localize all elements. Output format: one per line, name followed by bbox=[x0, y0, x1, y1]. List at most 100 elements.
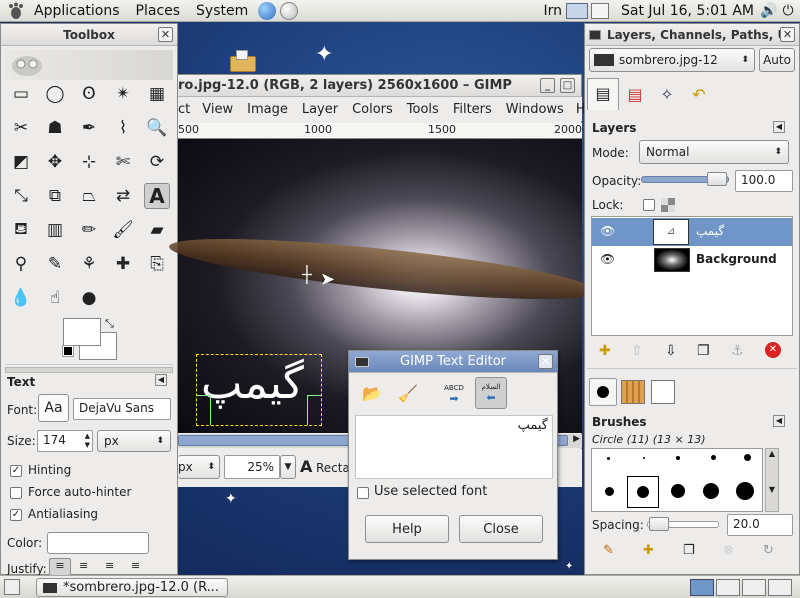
brush-item[interactable] bbox=[703, 483, 719, 499]
panel-menu-icon[interactable]: ◀ bbox=[773, 121, 785, 133]
size-spinbutton[interactable]: 174 ▲ ▼ bbox=[37, 430, 93, 452]
brush-item[interactable] bbox=[607, 457, 610, 460]
airbrush-icon[interactable]: ⚲ bbox=[8, 251, 34, 277]
menu-view[interactable]: View bbox=[195, 102, 240, 117]
foreground-select-icon[interactable]: ☗ bbox=[42, 115, 68, 141]
raise-layer-icon[interactable]: ⇧ bbox=[631, 343, 643, 359]
scroll-right-icon[interactable]: ▶ bbox=[573, 434, 580, 444]
heal-icon[interactable]: ✚ bbox=[110, 251, 136, 277]
tool-options-menu-icon[interactable]: ◀ bbox=[155, 374, 167, 386]
menu-edit[interactable]: ct bbox=[178, 102, 195, 117]
duplicate-brush-icon[interactable]: ❐ bbox=[683, 543, 695, 558]
menu-colors[interactable]: Colors bbox=[345, 102, 400, 117]
help-button[interactable]: Help bbox=[365, 515, 449, 543]
default-colors-icon[interactable] bbox=[62, 345, 74, 357]
zoom-field[interactable]: 25% bbox=[224, 455, 280, 479]
fuzzy-select-icon[interactable]: ✴ bbox=[110, 81, 136, 107]
swap-colors-icon[interactable]: ⤡ bbox=[105, 317, 114, 331]
gnome-foot-icon[interactable] bbox=[6, 2, 26, 20]
brush-item[interactable] bbox=[736, 482, 754, 500]
layer-name[interactable]: گیمپ bbox=[696, 224, 724, 238]
new-brush-icon[interactable]: ✚ bbox=[643, 543, 654, 558]
dodge-burn-icon[interactable]: ● bbox=[76, 285, 102, 311]
clone-icon[interactable]: ⚘ bbox=[76, 251, 102, 277]
tab-channels[interactable]: ▤ bbox=[621, 82, 649, 110]
mode-select[interactable]: Normal ⬍ bbox=[639, 140, 789, 164]
open-file-button[interactable]: 📂 bbox=[357, 379, 387, 407]
justify-center-button[interactable]: ≡ bbox=[105, 559, 114, 572]
web-browser-icon[interactable] bbox=[258, 1, 277, 20]
tab-brushes[interactable] bbox=[589, 378, 617, 406]
perspective-icon[interactable]: ⏢ bbox=[76, 183, 102, 209]
font-preview-button[interactable]: Aa bbox=[38, 394, 69, 422]
crop-icon[interactable]: ✄ bbox=[110, 149, 136, 175]
opacity-slider-handle[interactable] bbox=[707, 172, 727, 186]
show-desktop-icon[interactable] bbox=[4, 579, 20, 595]
workspace-2[interactable] bbox=[716, 579, 740, 596]
rtl-direction-button[interactable]: السلام ⬅ bbox=[475, 377, 507, 409]
spacing-slider-handle[interactable] bbox=[649, 517, 669, 531]
resize-handle[interactable] bbox=[307, 395, 321, 425]
brush-item[interactable] bbox=[744, 454, 751, 461]
antialiasing-checkbox[interactable]: ✓ bbox=[10, 509, 22, 521]
auto-button[interactable]: Auto bbox=[759, 48, 795, 72]
bucket-fill-icon[interactable]: ⛾ bbox=[8, 217, 34, 243]
menu-tools[interactable]: Tools bbox=[400, 102, 446, 117]
force-autohinter-checkbox[interactable] bbox=[10, 487, 22, 499]
rotate-icon[interactable]: ⟳ bbox=[144, 149, 170, 175]
close-icon[interactable]: ✕ bbox=[780, 27, 795, 42]
lock-alpha-icon[interactable] bbox=[661, 198, 675, 212]
opacity-field[interactable]: 100.0 bbox=[735, 170, 793, 192]
power-icon[interactable]: ⏻ bbox=[778, 3, 798, 19]
places-menu[interactable]: Places bbox=[128, 3, 189, 19]
menu-image[interactable]: Image bbox=[240, 102, 295, 117]
workspace-3[interactable] bbox=[742, 579, 766, 596]
rect-select-icon[interactable]: ▭ bbox=[8, 81, 34, 107]
justify-left-button[interactable]: ≡ bbox=[49, 558, 71, 576]
image-select[interactable]: sombrero.jpg-12 ⬍ bbox=[589, 48, 755, 72]
anchor-layer-icon[interactable]: ⚓ bbox=[731, 343, 744, 359]
brush-item[interactable] bbox=[605, 487, 614, 496]
eye-icon[interactable]: 👁 bbox=[600, 224, 615, 238]
paintbrush-icon[interactable]: 🖌 bbox=[110, 217, 136, 243]
delete-layer-icon[interactable]: ✕ bbox=[765, 342, 781, 358]
font-field[interactable]: DejaVu Sans bbox=[73, 398, 171, 420]
brush-item[interactable] bbox=[643, 457, 645, 459]
scissors-icon[interactable]: ✂ bbox=[8, 115, 34, 141]
maximize-icon[interactable]: □ bbox=[560, 78, 575, 93]
tab-layers[interactable]: ▤ bbox=[587, 78, 619, 110]
close-icon[interactable]: ✕ bbox=[158, 27, 173, 42]
taskbar-item[interactable]: *sombrero.jpg-12.0 (R... bbox=[36, 578, 228, 597]
brush-item[interactable] bbox=[676, 456, 680, 460]
blur-icon[interactable]: 💧 bbox=[8, 285, 34, 311]
layer-name[interactable]: Background bbox=[696, 252, 777, 266]
menu-windows[interactable]: Windows bbox=[499, 102, 571, 117]
brush-item[interactable] bbox=[671, 484, 685, 498]
desktop-folder-icon[interactable] bbox=[228, 48, 258, 74]
update-notifier-icon[interactable] bbox=[590, 2, 609, 19]
move-icon[interactable]: ✥ bbox=[42, 149, 68, 175]
tab-undo-history[interactable]: ↶ bbox=[685, 82, 713, 110]
ellipse-select-icon[interactable]: ◯ bbox=[42, 81, 68, 107]
hinting-checkbox[interactable]: ✓ bbox=[10, 465, 22, 477]
workspace-4[interactable] bbox=[768, 579, 792, 596]
close-button[interactable]: Close bbox=[459, 515, 543, 543]
edit-brush-icon[interactable]: ✎ bbox=[603, 543, 614, 558]
network-icon[interactable] bbox=[565, 2, 588, 19]
text-editor-area[interactable]: گیمپ bbox=[355, 415, 553, 479]
applications-menu[interactable]: Applications bbox=[26, 3, 128, 19]
lock-pixels-checkbox[interactable] bbox=[643, 199, 655, 211]
layer-row[interactable]: 👁 Background bbox=[592, 246, 792, 274]
system-menu[interactable]: System bbox=[188, 3, 256, 19]
justify-fill-button[interactable]: ≡ bbox=[131, 559, 140, 572]
brush-scrollbar[interactable]: ▲ ▼ bbox=[765, 448, 779, 512]
menu-layer[interactable]: Layer bbox=[295, 102, 345, 117]
delete-brush-icon[interactable]: ⊗ bbox=[723, 543, 734, 558]
paths-icon[interactable]: ✒ bbox=[76, 115, 102, 141]
clock[interactable]: Sat Jul 16, 5:01 AM bbox=[615, 3, 760, 19]
align-icon[interactable]: ⊹ bbox=[76, 149, 102, 175]
smudge-icon[interactable]: ☝ bbox=[42, 285, 68, 311]
free-select-icon[interactable]: ʘ bbox=[76, 81, 102, 107]
lower-layer-icon[interactable]: ⇩ bbox=[665, 343, 677, 359]
blend-icon[interactable]: ▥ bbox=[42, 217, 68, 243]
